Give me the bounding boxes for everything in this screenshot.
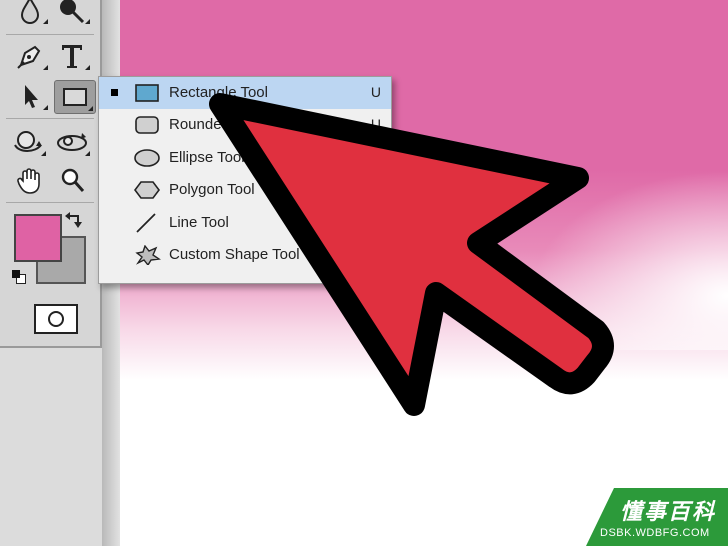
tool-group-corner [85, 19, 90, 24]
rectangle-icon [63, 88, 87, 106]
line-icon [136, 213, 156, 233]
menu-item-line-tool[interactable]: Line Tool U [99, 207, 391, 239]
shape-tools-flyout-menu: Rectangle Tool U Rounded Rectangle Tool … [98, 76, 392, 284]
menu-item-label: Ellipse Tool [169, 149, 245, 166]
hand-tool-button[interactable] [10, 164, 50, 196]
menu-item-label: Line Tool [169, 214, 229, 231]
menu-item-rounded-rectangle-tool[interactable]: Rounded Rectangle Tool U [99, 109, 391, 141]
arrow-cursor-icon [25, 85, 38, 108]
path-selection-tool-button[interactable] [10, 80, 50, 112]
3d-rotate-tool-button[interactable] [8, 126, 48, 158]
type-tool-button[interactable] [52, 40, 92, 72]
ellipse-icon [134, 149, 160, 167]
menu-item-shortcut: U [370, 149, 381, 165]
rectangle-icon [135, 84, 159, 102]
tool-group-corner [85, 151, 90, 156]
blur-tool-button[interactable] [10, 0, 50, 26]
tool-group-corner [85, 65, 90, 70]
tool-group-corner [41, 151, 46, 156]
rounded-rectangle-icon [135, 116, 159, 134]
hand-icon [17, 168, 40, 194]
menu-item-rectangle-tool[interactable]: Rectangle Tool U [99, 77, 391, 109]
menu-item-shortcut: U [370, 84, 381, 100]
3d-rotate-icon [14, 131, 42, 152]
menu-item-shortcut: U [370, 181, 381, 197]
quick-mask-button[interactable] [34, 304, 78, 334]
watermark-url: DSBK.WDBFG.COM [600, 527, 710, 539]
default-colors-icon[interactable] [12, 270, 26, 284]
tool-group-corner [88, 106, 93, 111]
menu-item-shortcut: U [370, 116, 381, 132]
menu-item-label: Custom Shape Tool [169, 246, 300, 263]
selected-bullet-icon [111, 89, 118, 96]
type-icon [62, 45, 82, 68]
3d-orbit-tool-button[interactable] [52, 126, 92, 158]
menu-item-label: Rounded Rectangle Tool [169, 116, 334, 133]
tool-group-corner [43, 105, 48, 110]
menu-item-label: Polygon Tool [169, 181, 255, 198]
toolbox [0, 0, 102, 348]
toolbox-divider [6, 118, 94, 119]
toolbox-divider [6, 202, 94, 203]
pen-tool-button[interactable] [10, 40, 50, 72]
menu-item-custom-shape-tool[interactable]: Custom Shape Tool U [99, 239, 391, 271]
foreground-color-swatch[interactable] [14, 214, 62, 262]
rectangle-tool-button[interactable] [54, 80, 96, 114]
swap-colors-icon[interactable] [64, 208, 86, 230]
dodge-tool-button[interactable] [52, 0, 92, 26]
menu-item-shortcut: U [370, 246, 381, 262]
drop-icon [20, 0, 40, 24]
tool-group-corner [43, 65, 48, 70]
canvas-gradient-fade [528, 170, 728, 350]
magnifier-icon [61, 168, 85, 192]
polygon-icon [134, 181, 160, 199]
tool-group-corner [43, 19, 48, 24]
custom-shape-icon [135, 245, 161, 265]
menu-item-label: Rectangle Tool [169, 84, 268, 101]
menu-item-polygon-tool[interactable]: Polygon Tool U [99, 174, 391, 206]
zoom-tool-button[interactable] [52, 164, 92, 196]
dodge-icon [60, 0, 85, 24]
quick-mask-icon [48, 311, 64, 327]
watermark-title: 懂事百科 [620, 499, 717, 524]
toolbox-divider [6, 34, 94, 35]
menu-item-shortcut: U [370, 214, 381, 230]
menu-item-ellipse-tool[interactable]: Ellipse Tool U [99, 142, 391, 174]
pen-icon [17, 45, 41, 69]
